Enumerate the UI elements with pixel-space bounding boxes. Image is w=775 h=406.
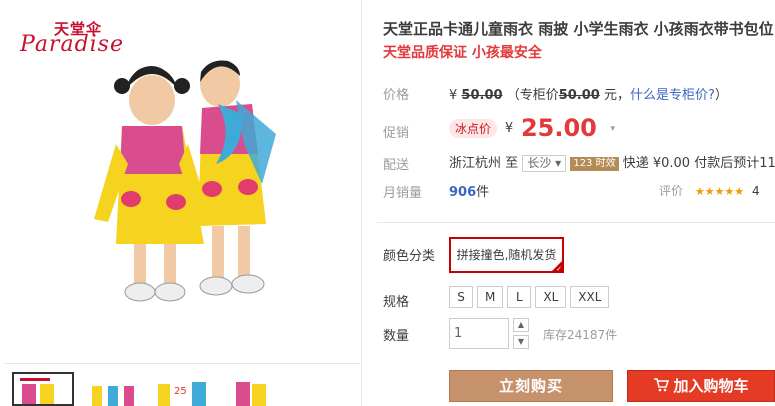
rating-value: 4 [751,184,760,198]
ship-to-word: 至 [505,156,519,171]
product-main-image[interactable]: 天堂伞 Paradise [4,4,360,364]
promo-tag: 冰点价 [449,119,498,138]
thumbnail-strip: 25 [8,372,358,406]
promo-currency: ¥ [504,121,514,136]
sales-count: 906 [449,185,477,200]
thumbnail-4[interactable] [222,372,284,406]
counter-price-prefix: （专柜价 [506,88,559,103]
check-icon: ✓ [556,265,562,273]
svg-text:25: 25 [174,386,187,397]
product-title: 天堂正品卡通儿童雨衣 雨披 小学生雨衣 小孩雨衣带书包位 [383,20,774,38]
star-rating-icon: ★★★★★ [694,185,745,198]
price-line: ¥ 50.00 （专柜价50.00 元，什么是专柜价?） [449,84,728,103]
brand-logo-en: Paradise [20,32,124,57]
color-option-selected[interactable]: 拼接撞色,随机发货 ✓ [449,237,564,273]
price-currency: ¥ [449,88,458,103]
price-label: 价格 [383,88,410,103]
chevron-down-icon: ▾ [555,156,562,170]
shipping-line: 浙江杭州 至 长沙 ▾ 123 时效 快递 ¥0.00 付款后预计11月2 [449,152,775,172]
divider [377,222,775,223]
quantity-label: 数量 [383,329,410,344]
image-gallery: 天堂伞 Paradise 25 [0,0,362,406]
children-raincoat-photo [94,60,276,302]
chevron-down-icon[interactable]: ▾ [605,121,621,137]
shipping-label: 配送 [383,158,410,173]
rating-label: 评价 [659,184,684,198]
sales-line: 906件 [449,181,489,200]
counter-price-unit: 元， [603,88,630,103]
buy-now-button[interactable]: 立刻购买 [449,370,613,402]
add-to-cart-label: 加入购物车 [673,377,749,395]
counter-price-link[interactable]: 什么是专柜价? [630,88,715,103]
original-price: 50.00 [461,88,503,103]
color-label: 颜色分类 [383,249,436,264]
sales-label: 月销量 [383,186,423,201]
promo-price: 25.00 [520,114,597,142]
size-option-xxl[interactable]: XXL [570,286,610,308]
ship-to-select[interactable]: 长沙 ▾ [522,155,567,172]
quantity-decrease-button[interactable]: ▼ [513,335,529,349]
size-option-xl[interactable]: XL [535,286,567,308]
thumbnail-1[interactable] [12,372,74,406]
thumbnail-image [14,374,72,404]
promo-line: 冰点价 ¥ 25.00 ▾ [449,114,621,144]
counter-price: 50.00 [558,88,600,103]
delivery-time-badge: 123 时效 [570,156,619,171]
cart-icon [654,377,670,391]
thumbnail-image [222,372,284,406]
thumbnail-2[interactable] [82,372,144,406]
product-subtitle: 天堂品质保证 小孩最安全 [383,45,542,61]
color-option-label: 拼接撞色,随机发货 [456,248,557,262]
counter-price-suffix: ） [714,88,728,103]
product-details: 天堂正品卡通儿童雨衣 雨披 小学生雨衣 小孩雨衣带书包位 天堂品质保证 小孩最安… [363,0,775,406]
stock-count: 库存24187件 [543,328,618,342]
quantity-input[interactable]: 1 [449,318,509,349]
brand-logo: 天堂伞 Paradise [18,18,140,58]
size-option-l[interactable]: L [507,286,532,308]
size-option-s[interactable]: S [449,286,473,308]
size-label: 规格 [383,295,410,310]
quantity-increase-button[interactable]: ▲ [513,318,529,332]
thumbnail-image [82,372,144,406]
thumbnail-3[interactable]: 25 [152,372,214,406]
ship-to-value: 长沙 [527,156,552,170]
sales-unit: 件 [476,185,490,200]
thumbnail-image: 25 [152,372,214,406]
promo-label: 促销 [383,126,410,141]
shipping-info: 快递 ¥0.00 付款后预计11月2 [622,156,775,171]
size-options: S M L XL XXL [449,286,613,308]
size-option-m[interactable]: M [477,286,504,308]
rating[interactable]: 评价 ★★★★★ 4 [659,182,760,199]
add-to-cart-button[interactable]: 加入购物车 [627,370,775,402]
ship-from: 浙江杭州 [449,156,502,171]
